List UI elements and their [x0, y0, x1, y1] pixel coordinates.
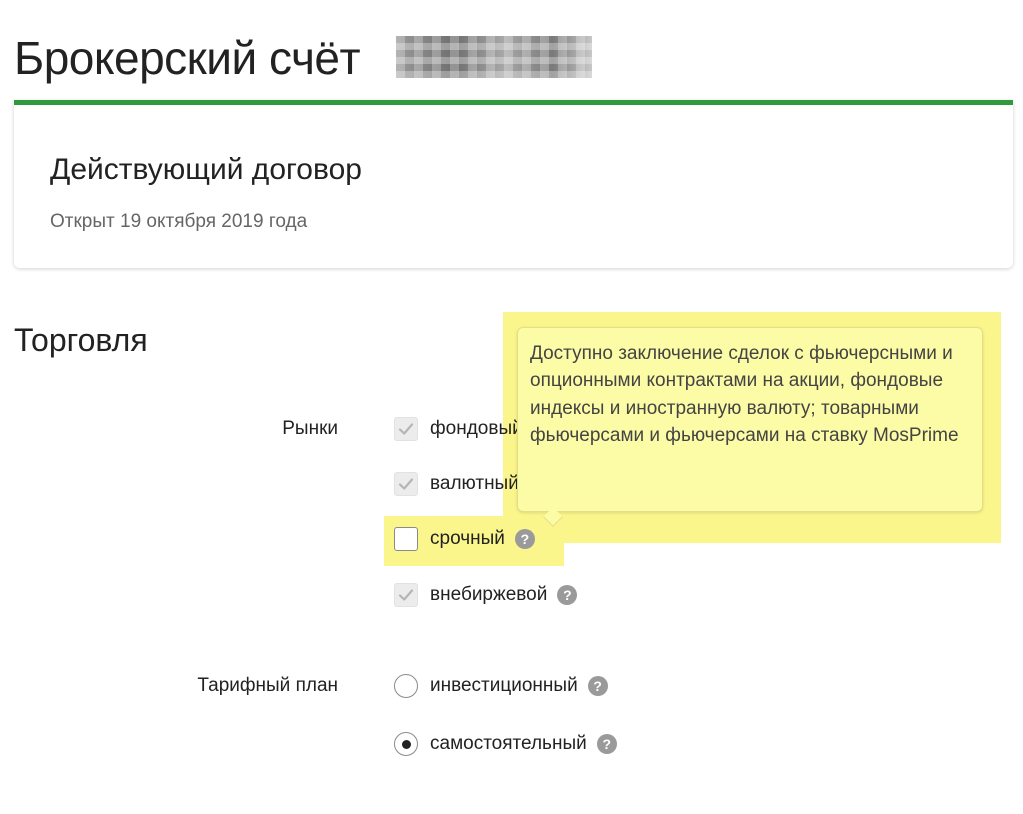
tariff-self-radio[interactable] [394, 732, 418, 756]
help-icon[interactable]: ? [587, 676, 608, 696]
tariff-investment-radio[interactable] [394, 674, 418, 698]
market-option-futures[interactable]: срочный ? [394, 524, 535, 554]
checkmark-icon [398, 478, 414, 490]
market-option-otc[interactable]: внебиржевой ? [394, 580, 578, 610]
contract-opened-date: Открыт 19 октября 2019 года [50, 211, 308, 232]
market-otc-checkbox[interactable] [394, 583, 418, 607]
market-futures-checkbox[interactable] [394, 527, 418, 551]
section-title-trading: Торговля [14, 322, 148, 358]
checkmark-icon [398, 589, 414, 601]
radio-selected-dot [401, 739, 411, 749]
market-stock-checkbox[interactable] [394, 417, 418, 441]
market-currency-label: валютный [430, 473, 519, 494]
tooltip: Доступно заключение сделок с фьючерсными… [517, 327, 983, 527]
contract-card: Действующий договор Открыт 19 октября 20… [14, 100, 1013, 268]
tariff-investment-label: инвестиционный [430, 675, 578, 696]
contract-title: Действующий договор [50, 153, 362, 186]
market-option-currency[interactable]: валютный [394, 469, 519, 499]
market-currency-checkbox[interactable] [394, 472, 418, 496]
tooltip-text: Доступно заключение сделок с фьючерсными… [530, 343, 959, 446]
market-futures-label: срочный [430, 528, 505, 549]
markets-label: Рынки [282, 418, 338, 439]
tariff-option-self[interactable]: самостоятельный ? [394, 729, 617, 759]
market-otc-label: внебиржевой [430, 584, 548, 605]
help-icon[interactable]: ? [514, 529, 535, 549]
help-icon[interactable]: ? [557, 585, 578, 605]
checkmark-icon [398, 423, 414, 435]
market-option-stock[interactable]: фондовый [394, 414, 523, 444]
page-title: Брокерский счёт [14, 32, 361, 84]
market-stock-label: фондовый [430, 418, 523, 439]
tariff-self-label: самостоятельный [430, 733, 587, 754]
help-icon[interactable]: ? [596, 734, 617, 754]
tariff-option-investment[interactable]: инвестиционный ? [394, 671, 608, 701]
redacted-account-number [396, 36, 592, 78]
tariff-label: Тарифный план [197, 675, 338, 696]
